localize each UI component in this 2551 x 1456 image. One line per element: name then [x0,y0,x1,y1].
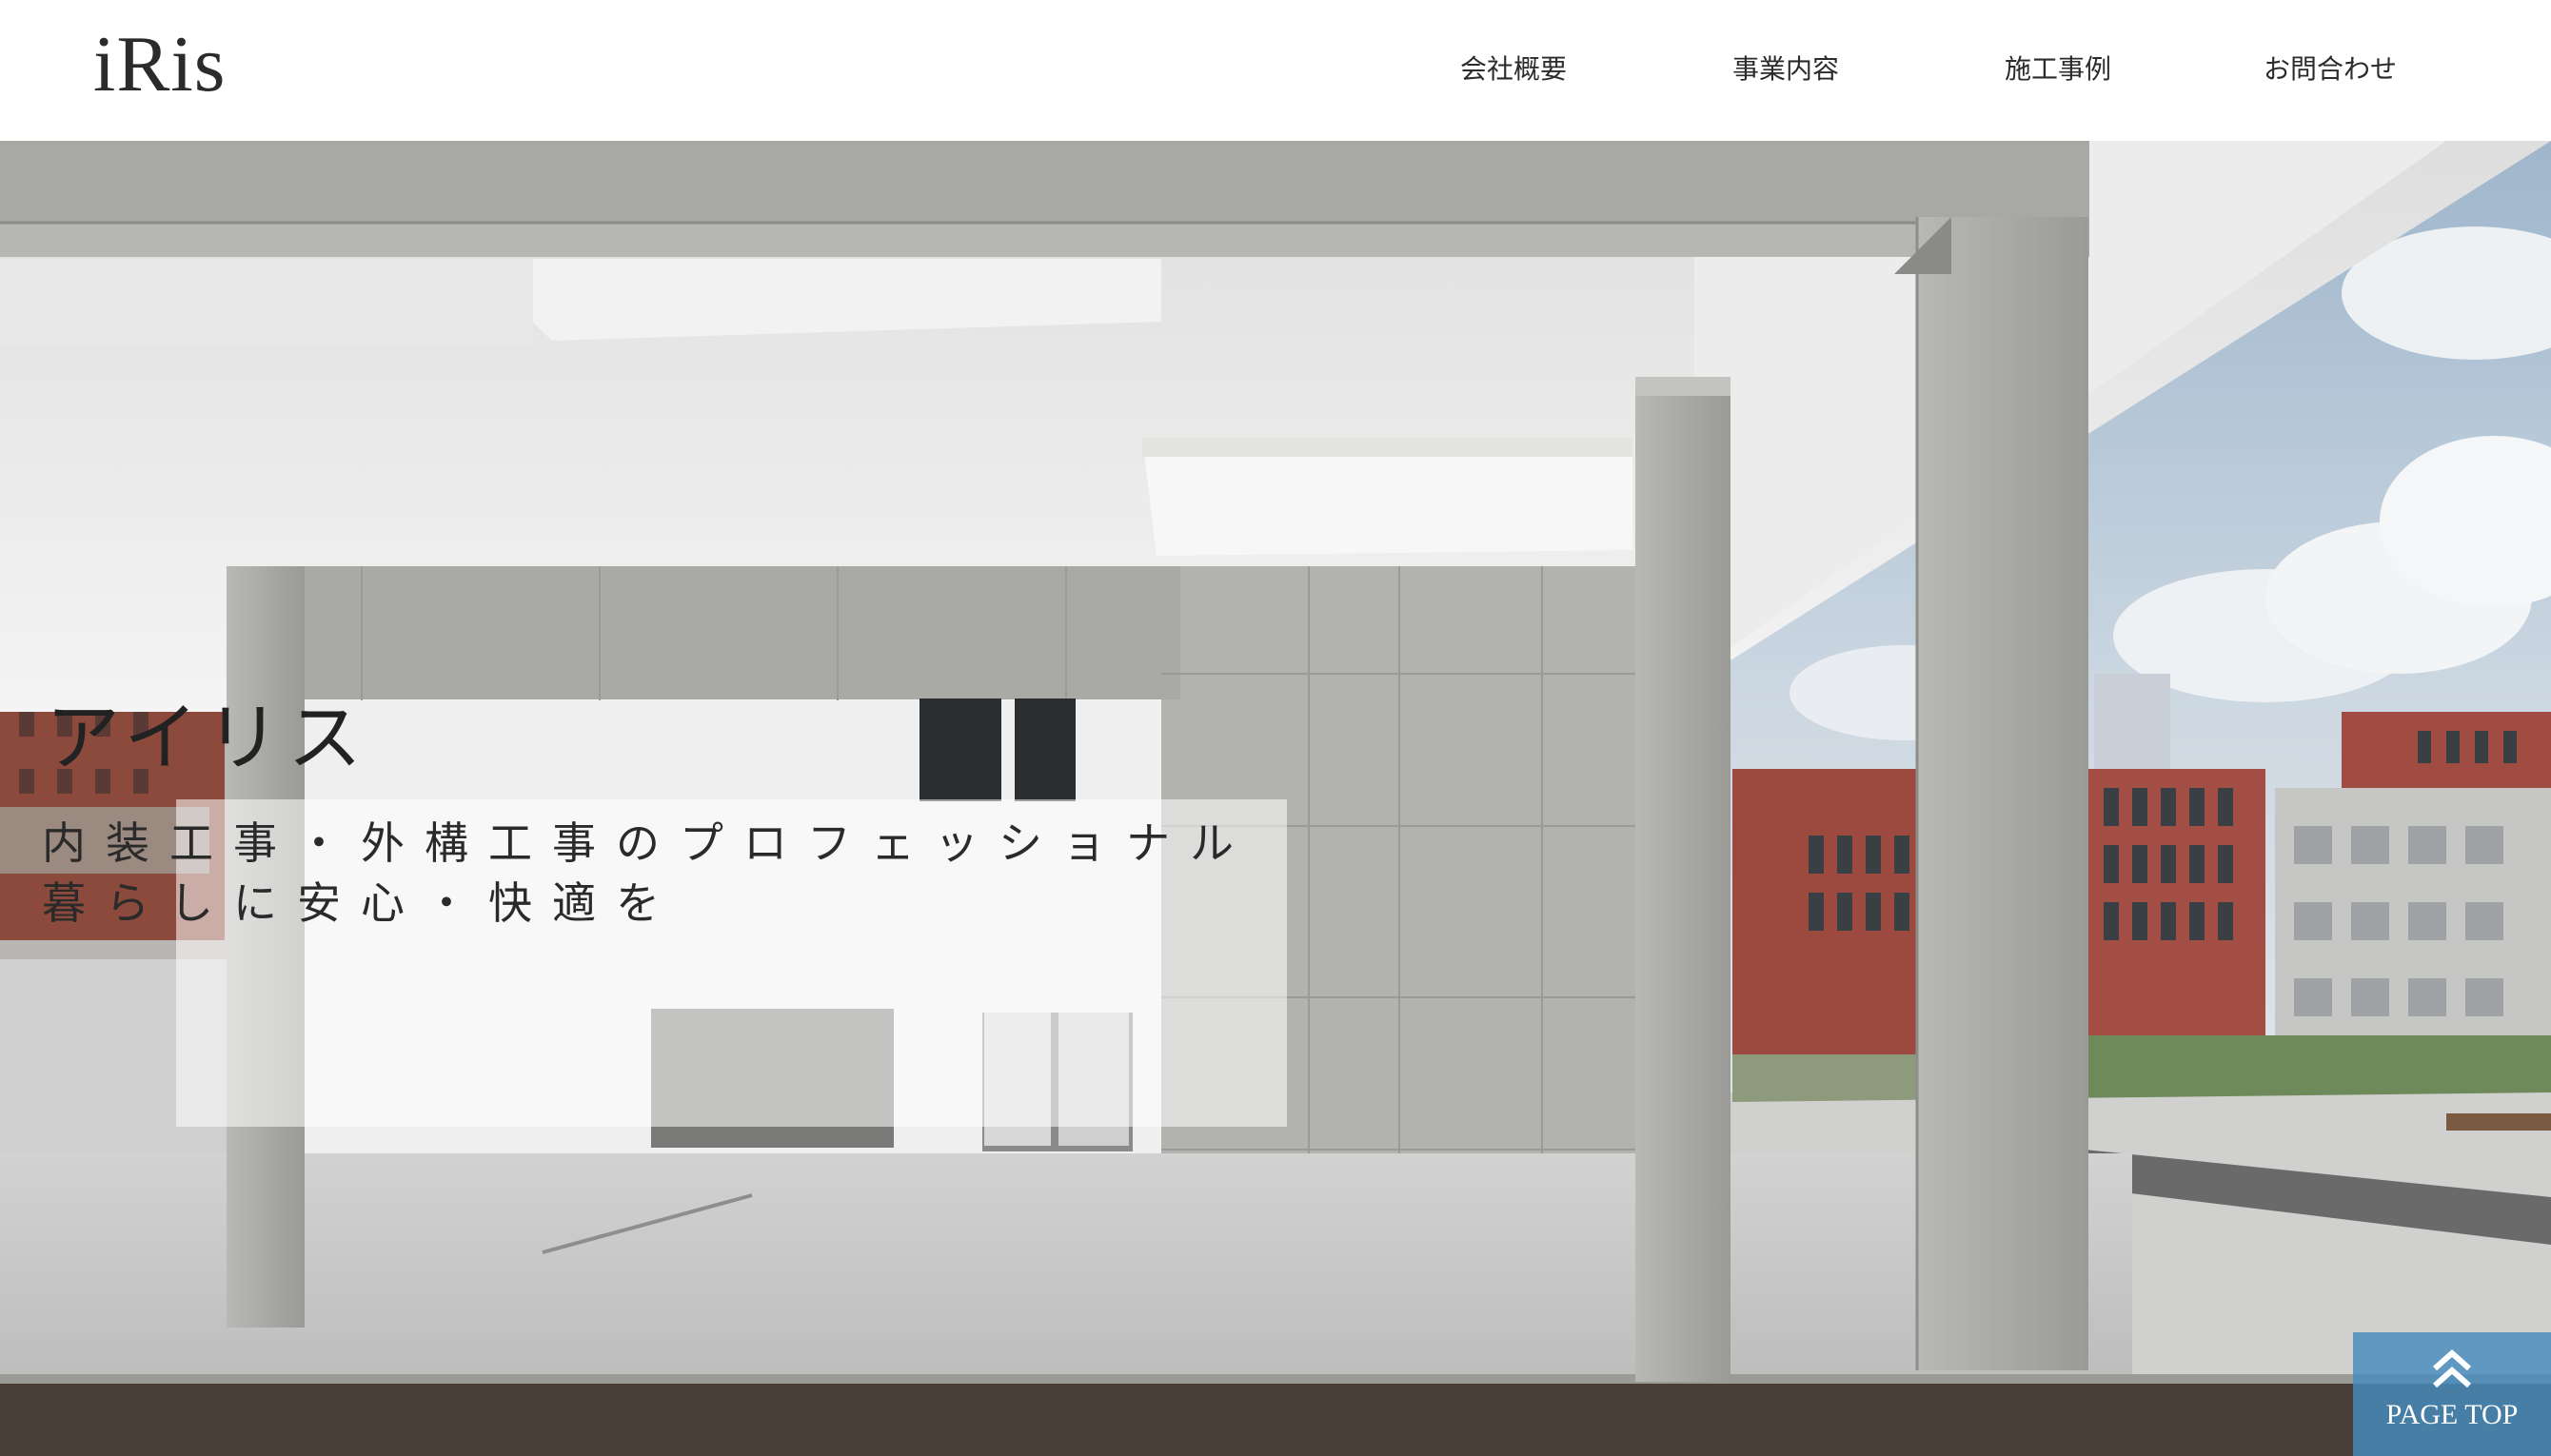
nav-company[interactable]: 会社概要 [1460,48,1567,91]
hero-background-image [0,141,2551,1456]
double-chevron-up-icon [2433,1348,2471,1388]
site-logo[interactable]: iRis [93,17,226,112]
nav-contact[interactable]: お問合わせ [2264,48,2397,91]
site-header: iRis 会社概要 事業内容 施工事例 お問合わせ [0,0,2551,141]
hero-title: アイリス [46,696,370,781]
hero-tagline-1: 内装工事・外構工事のプロフェッショナル [42,817,1254,869]
nav-works[interactable]: 施工事例 [2005,48,2111,91]
nav-business[interactable]: 事業内容 [1732,48,1839,91]
page-top-label: PAGE TOP [2385,1399,2519,1430]
hero-section [0,141,2551,1456]
page-top-button[interactable]: PAGE TOP [2353,1332,2551,1456]
hero-tagline-2: 暮らしに安心・快適を [42,877,680,929]
